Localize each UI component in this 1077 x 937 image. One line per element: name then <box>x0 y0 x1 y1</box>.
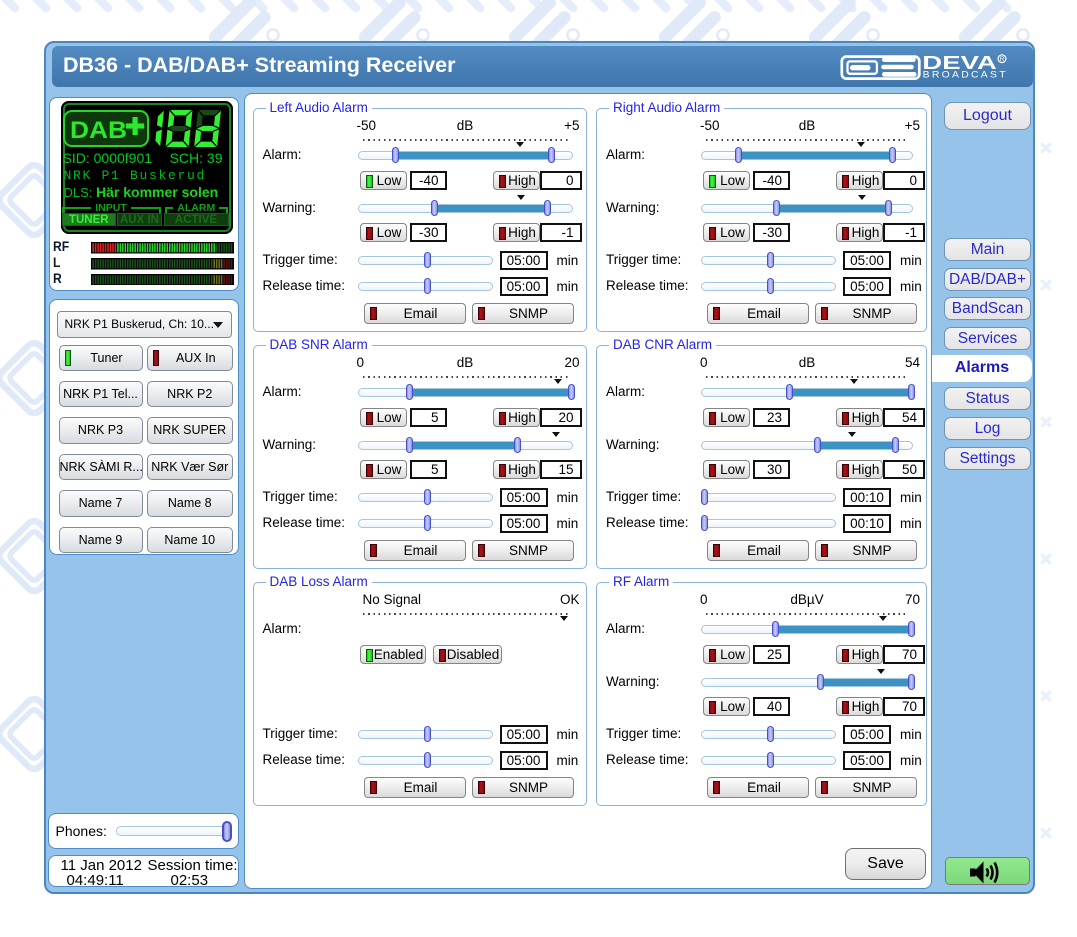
svg-text:DAB: DAB <box>70 117 127 144</box>
svg-text:BROADCAST: BROADCAST <box>923 69 1008 79</box>
svg-text:R: R <box>1000 57 1005 63</box>
